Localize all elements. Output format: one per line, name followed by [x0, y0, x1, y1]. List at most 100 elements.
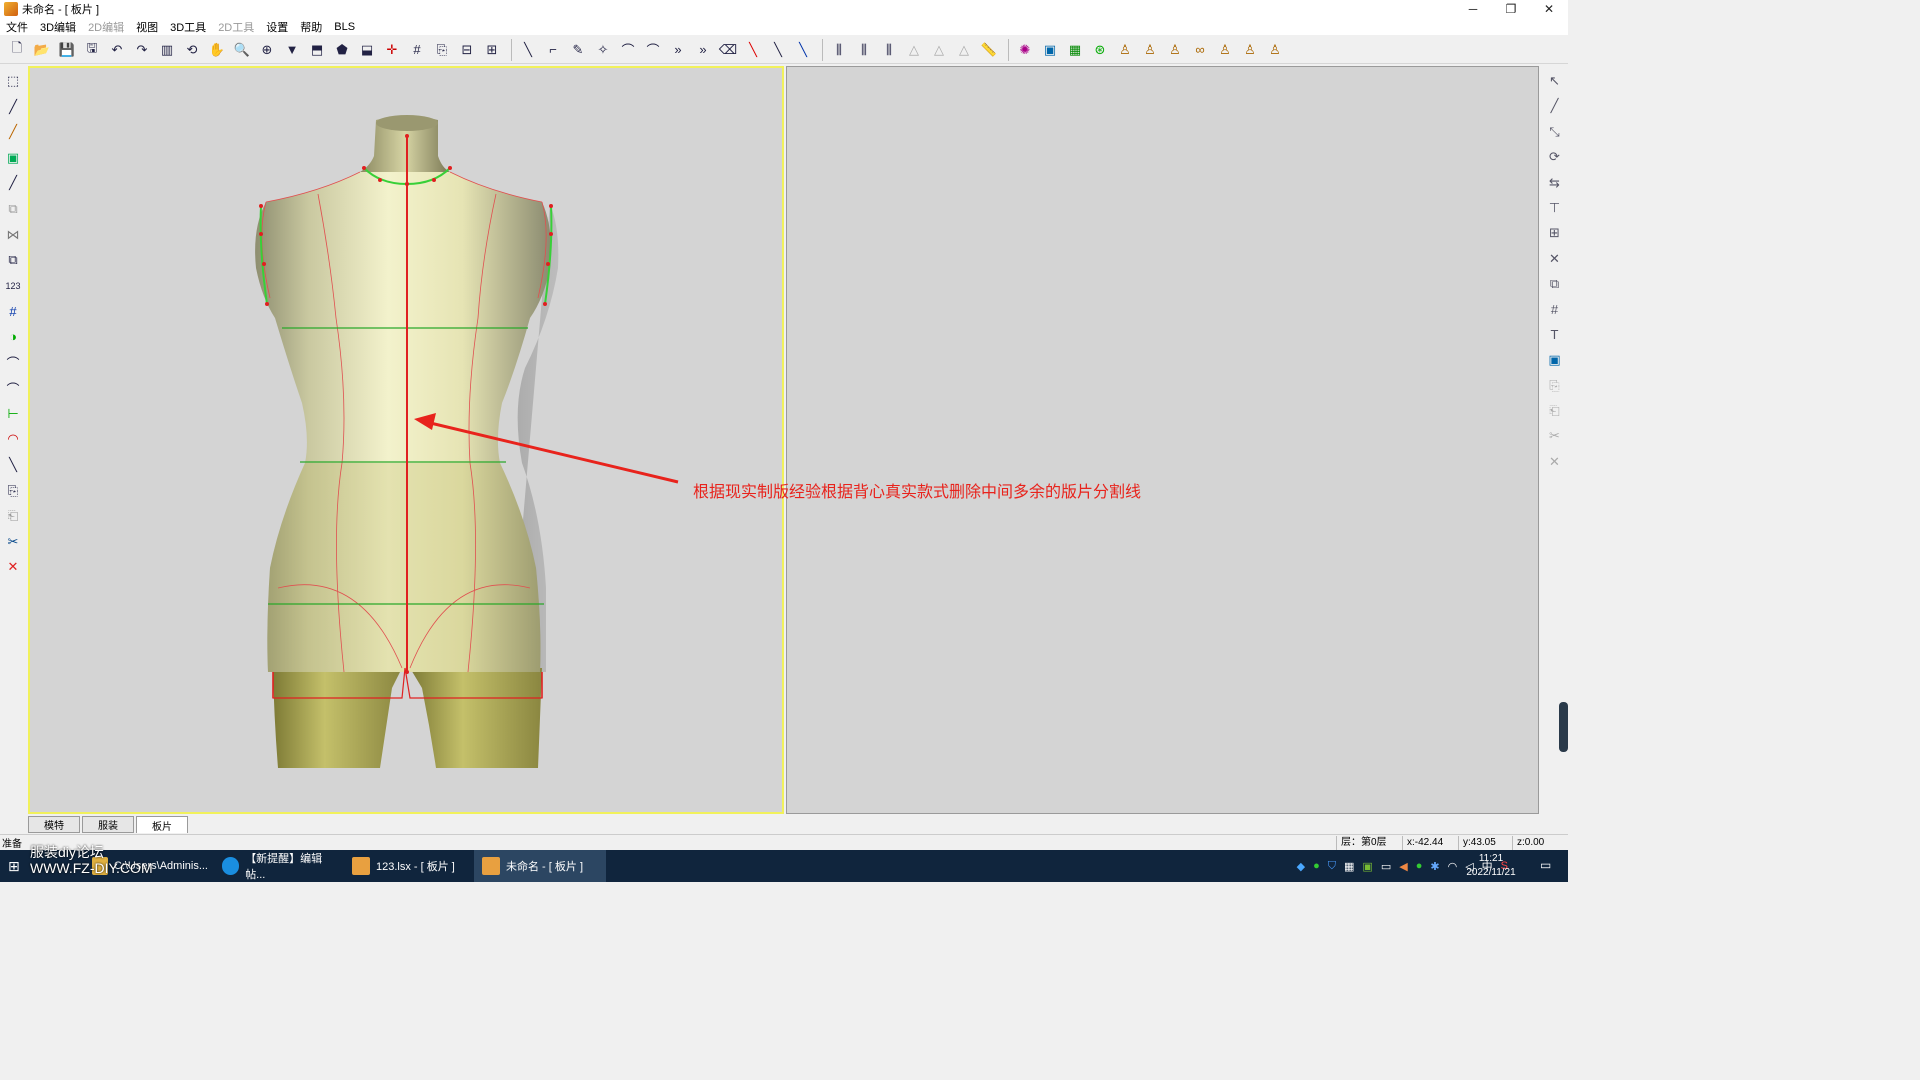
tab-panel[interactable]: 板片 [136, 816, 188, 833]
paste-2d-icon[interactable]: ⎗ [1544, 400, 1566, 422]
mannequin-pose-7-icon[interactable]: ♙ [1264, 39, 1286, 61]
double-arrow-icon[interactable]: » [692, 39, 714, 61]
close-button[interactable]: ✕ [1530, 0, 1568, 18]
menu-3d-edit[interactable]: 3D编辑 [40, 19, 76, 35]
cross-icon[interactable]: ✕ [1544, 248, 1566, 270]
viewport-3d[interactable] [28, 66, 784, 814]
triangle-3-icon[interactable]: △ [953, 39, 975, 61]
numbering-icon[interactable]: 123 [2, 275, 24, 297]
open-file-icon[interactable]: 📂 [31, 39, 53, 61]
delete-2d-icon[interactable]: ✕ [1544, 451, 1566, 473]
select-panel-icon[interactable]: ⬚ [2, 70, 24, 92]
polyline-tool-icon[interactable]: ⌐ [542, 39, 564, 61]
rotate-icon[interactable]: ⟳ [1544, 146, 1566, 168]
eraser-icon[interactable]: ⌫ [717, 39, 739, 61]
curve-tool-icon[interactable]: ⌒ [617, 39, 639, 61]
cut-2d-icon[interactable]: ✂ [1544, 425, 1566, 447]
mannequin-pose-5-icon[interactable]: ♙ [1214, 39, 1236, 61]
pencil-icon[interactable]: ╱ [2, 172, 24, 194]
text-tool-icon[interactable]: T [1544, 324, 1566, 346]
save-all-icon[interactable]: ⊞ [481, 39, 503, 61]
stamp-icon[interactable]: ⧉ [1544, 273, 1566, 295]
flip-icon[interactable]: ⇆ [1544, 172, 1566, 194]
brush-icon[interactable]: ╱ [2, 121, 24, 143]
edit-curve-point-icon[interactable]: ⌒ [2, 377, 24, 399]
draw-line-icon[interactable]: ╱ [2, 96, 24, 118]
paste-icon[interactable]: ⎗ [2, 505, 24, 527]
triangle-icon[interactable]: △ [903, 39, 925, 61]
menu-3d-tools[interactable]: 3D工具 [170, 19, 206, 35]
insert-panel-icon[interactable]: ⊞ [1544, 222, 1566, 244]
add-curve-point-icon[interactable]: ⌒ [2, 352, 24, 374]
green-app-icon[interactable]: ● [1416, 860, 1423, 872]
texture-icon[interactable]: ⬟ [331, 39, 353, 61]
render-icon[interactable]: ✺ [1014, 39, 1036, 61]
split-line-icon[interactable]: ⊢ [2, 403, 24, 425]
camera-icon[interactable]: ▼ [281, 39, 303, 61]
menu-2d-edit[interactable]: 2D编辑 [88, 19, 124, 35]
align-vertical-icon[interactable]: ⫼ [828, 39, 850, 61]
pointer-icon[interactable]: ↖ [1544, 70, 1566, 92]
zoom-icon[interactable]: 🔍 [231, 39, 253, 61]
map-icon[interactable]: ⬓ [356, 39, 378, 61]
clock[interactable]: 11:21 2022/11/21 [1456, 852, 1526, 880]
spacing-icon[interactable]: ⫼ [878, 39, 900, 61]
redo-icon[interactable]: ↷ [131, 39, 153, 61]
menu-view[interactable]: 视图 [136, 19, 158, 35]
curve-edit-icon[interactable]: ⌒ [642, 39, 664, 61]
save-as-icon[interactable]: 🖫 [81, 39, 103, 61]
dropbox-icon[interactable]: ◆ [1297, 860, 1305, 873]
display-mode-icon[interactable]: ▣ [1039, 39, 1061, 61]
point-tool-icon[interactable]: ✧ [592, 39, 614, 61]
grid-icon[interactable]: # [406, 39, 428, 61]
blue-line-icon[interactable]: ╲ [792, 39, 814, 61]
line-icon[interactable]: ╱ [1544, 95, 1566, 117]
pan-hand-icon[interactable]: ✋ [206, 39, 228, 61]
new-file-icon[interactable]: 🗋 [6, 39, 28, 61]
menu-bls[interactable]: BLS [334, 21, 355, 33]
export-panel-icon[interactable]: ⎘ [431, 39, 453, 61]
menu-2d-tools[interactable]: 2D工具 [218, 19, 254, 35]
restore-button[interactable]: ❐ [1492, 0, 1530, 18]
bluetooth-icon[interactable]: ✱ [1430, 860, 1439, 873]
symbol-icon[interactable]: ⊛ [1089, 39, 1111, 61]
symmetry-icon[interactable]: ◑ [2, 326, 24, 348]
garment-icon[interactable]: ⬒ [306, 39, 328, 61]
copy-2d-icon[interactable]: ⎘ [1544, 375, 1566, 397]
paint-icon[interactable]: ▣ [2, 147, 24, 169]
image-icon[interactable]: ▣ [1544, 349, 1566, 371]
line-tool-icon[interactable]: ╲ [517, 39, 539, 61]
taskbar-item-browser[interactable]: 【新提醒】编辑帖... [214, 850, 338, 882]
color-grid-icon[interactable]: ▦ [1064, 39, 1086, 61]
mannequin-pose-3-icon[interactable]: ♙ [1164, 39, 1186, 61]
scale-icon[interactable]: ⤡ [1544, 121, 1566, 143]
delete-icon[interactable]: ✕ [2, 556, 24, 578]
volume-mute-icon[interactable]: ◀ [1399, 860, 1407, 873]
arc-tool-icon[interactable]: ◠ [2, 428, 24, 450]
copy-icon[interactable]: ⎘ [2, 480, 24, 502]
keyboard-icon[interactable]: ▭ [1381, 860, 1391, 873]
straight-line-icon[interactable]: ╲ [2, 454, 24, 476]
mannequin-pose-2-icon[interactable]: ♙ [1139, 39, 1161, 61]
notification-icon[interactable]: ▭ [1540, 858, 1556, 874]
red-line-icon[interactable]: ╲ [742, 39, 764, 61]
minimize-button[interactable]: ─ [1454, 0, 1492, 18]
save-icon[interactable]: 💾 [56, 39, 78, 61]
taskbar-item-current[interactable]: 未命名 - [ 板片 ] [474, 850, 606, 882]
menu-help[interactable]: 帮助 [300, 19, 322, 35]
gpu-icon[interactable]: ▣ [1362, 860, 1372, 873]
tab-garment[interactable]: 服装 [82, 816, 134, 833]
measure-line-icon[interactable]: ╲ [767, 39, 789, 61]
network-app-icon[interactable]: ▦ [1344, 860, 1354, 873]
copy-panel-icon[interactable]: ⧉ [2, 198, 24, 220]
ruler-icon[interactable]: 📏 [978, 39, 1000, 61]
move-axis-icon[interactable]: ✛ [381, 39, 403, 61]
triangle-2-icon[interactable]: △ [928, 39, 950, 61]
fit-view-icon[interactable]: ⊕ [256, 39, 278, 61]
panel-icon[interactable]: ▥ [156, 39, 178, 61]
wechat-icon[interactable]: ● [1313, 860, 1320, 872]
add-panel-icon[interactable]: ⊤ [1544, 197, 1566, 219]
pen-tool-icon[interactable]: ✎ [567, 39, 589, 61]
arrow-right-icon[interactable]: » [667, 39, 689, 61]
grid-2d-icon[interactable]: # [1544, 299, 1566, 321]
